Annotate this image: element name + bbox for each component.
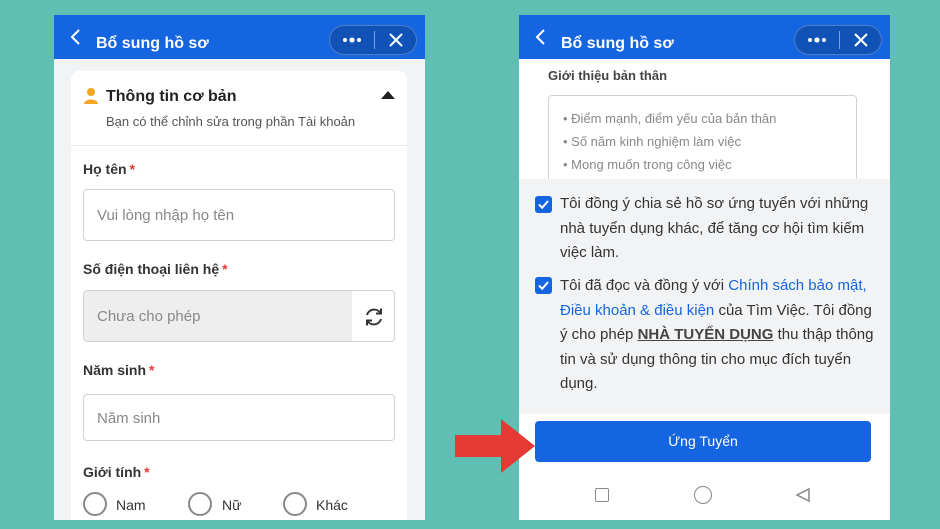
- close-icon[interactable]: [840, 26, 882, 54]
- section-title: Thông tin cơ bản: [106, 88, 237, 105]
- person-icon: [84, 88, 98, 104]
- app-bar: Bổ sung hồ sơ: [519, 15, 890, 59]
- intro-hint: • Mong muốn trong công việc: [563, 157, 732, 172]
- name-label-text: Họ tên: [83, 161, 127, 177]
- checkbox-checked-icon: [538, 200, 549, 210]
- intro-hint: • Điểm mạnh, điểm yếu của bản thân: [563, 111, 777, 126]
- gender-radio-nu[interactable]: [188, 492, 212, 516]
- consent-policy-text: Tôi đã đọc và đồng ý với Chính sách bảo …: [560, 274, 876, 397]
- left-screen: Bổ sung hồ sơ Thông tin cơ bản Bạn có th…: [54, 15, 425, 520]
- consent-policy-prefix: Tôi đã đọc và đồng ý với: [560, 277, 729, 294]
- phone-placeholder: Chưa cho phép: [97, 308, 201, 325]
- page-title: Bổ sung hồ sơ: [96, 35, 209, 52]
- apply-button[interactable]: Ứng Tuyển: [535, 421, 871, 462]
- gender-radio-khac[interactable]: [283, 492, 307, 516]
- consent-share-text: Tôi đồng ý chia sẻ hồ sơ ứng tuyển với n…: [560, 195, 869, 261]
- section-subtitle: Bạn có thể chỉnh sửa trong phần Tài khoả…: [106, 114, 356, 129]
- back-icon[interactable]: [531, 27, 551, 47]
- required-mark: *: [129, 161, 136, 177]
- nav-recent-icon[interactable]: [595, 488, 609, 502]
- close-icon[interactable]: [375, 26, 417, 54]
- refresh-icon: [366, 308, 382, 326]
- birth-year-placeholder: Năm sinh: [97, 410, 161, 427]
- nav-home-icon[interactable]: [694, 486, 712, 504]
- name-label: Họ tên *: [83, 161, 135, 177]
- mini-app-capsule: [329, 25, 417, 55]
- pointer-arrow: [455, 419, 535, 473]
- nav-back-icon[interactable]: [795, 487, 811, 503]
- mini-app-capsule: [794, 25, 882, 55]
- required-mark: *: [222, 261, 228, 277]
- name-input[interactable]: Vui lòng nhập họ tên: [83, 189, 395, 241]
- birth-year-label-text: Năm sinh: [83, 362, 147, 378]
- phone-label: Số điện thoại liên hệ *: [83, 261, 228, 277]
- gender-label-text: Giới tính: [83, 464, 142, 480]
- android-nav-bar: [519, 475, 890, 520]
- consent-share-checkbox[interactable]: [535, 196, 552, 213]
- phone-input: Chưa cho phép: [83, 290, 353, 342]
- intro-hint: • Số năm kinh nghiệm làm việc: [563, 134, 741, 149]
- basic-info-header[interactable]: Thông tin cơ bản Bạn có thể chỉnh sửa tr…: [71, 71, 407, 146]
- gender-label: Giới tính *: [83, 464, 150, 480]
- caret-up-icon[interactable]: [381, 91, 395, 99]
- checkbox-checked-icon: [538, 281, 549, 291]
- back-icon[interactable]: [66, 27, 86, 47]
- refresh-button[interactable]: [352, 290, 395, 342]
- page-title: Bổ sung hồ sơ: [561, 35, 674, 52]
- more-dots-icon[interactable]: [330, 26, 374, 54]
- gender-option-khac: Khác: [316, 497, 348, 513]
- more-dots-icon[interactable]: [795, 26, 839, 54]
- employer-emphasis: NHÀ TUYỂN DỤNG: [637, 326, 774, 343]
- phone-label-text: Số điện thoại liên hệ: [83, 261, 220, 277]
- birth-year-label: Năm sinh *: [83, 362, 154, 378]
- consent-policy-checkbox[interactable]: [535, 277, 552, 294]
- intro-textarea[interactable]: • Điểm mạnh, điểm yếu của bản thân • Số …: [548, 95, 857, 185]
- gender-option-nam: Nam: [116, 497, 146, 513]
- app-bar: Bổ sung hồ sơ: [54, 15, 425, 59]
- required-mark: *: [149, 362, 155, 378]
- required-mark: *: [144, 464, 150, 480]
- name-placeholder: Vui lòng nhập họ tên: [97, 207, 235, 224]
- right-screen: Bổ sung hồ sơ Giới thiệu bản thân • Điểm…: [519, 15, 890, 520]
- birth-year-input[interactable]: Năm sinh: [83, 394, 395, 441]
- gender-option-nu: Nữ: [222, 497, 242, 513]
- intro-label: Giới thiệu bản thân: [548, 68, 668, 83]
- gender-radio-nam[interactable]: [83, 492, 107, 516]
